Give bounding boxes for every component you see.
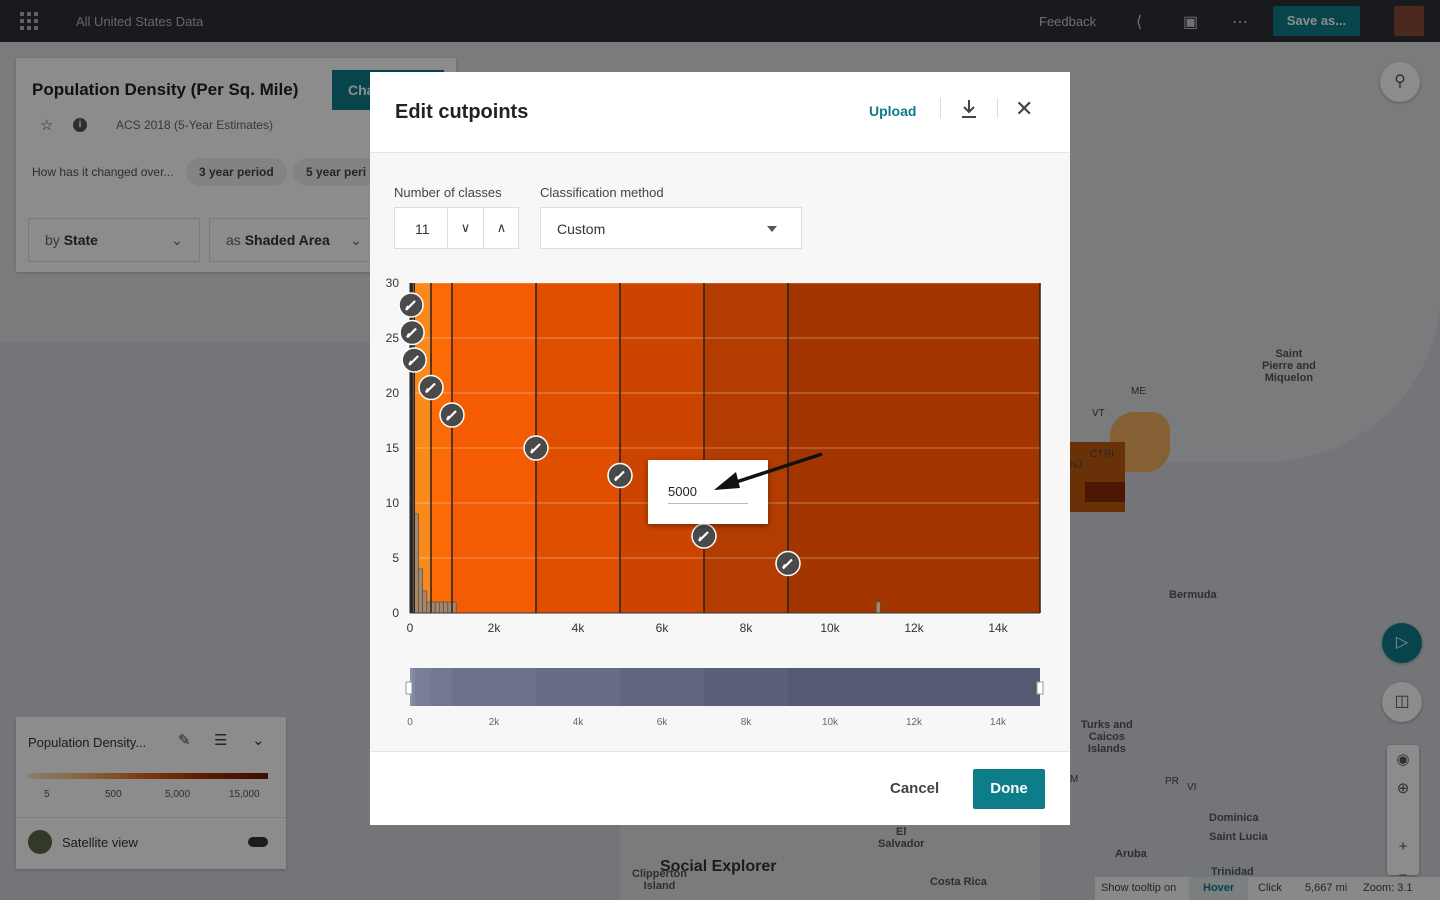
method-label: Classification method (540, 185, 664, 200)
range-band (788, 668, 1040, 706)
num-classes-label: Number of classes (394, 185, 502, 200)
method-value: Custom (557, 221, 606, 237)
x-tick-label: 6k (656, 621, 670, 635)
done-button[interactable]: Done (973, 769, 1045, 809)
chevron-up-icon[interactable]: ∧ (483, 208, 519, 248)
y-tick-label: 20 (386, 386, 400, 400)
download-icon[interactable] (960, 98, 978, 120)
close-icon[interactable]: ✕ (1015, 96, 1033, 122)
range-tick-label: 0 (407, 717, 413, 728)
num-classes-stepper[interactable]: 11 ∨ ∧ (394, 207, 519, 249)
y-tick-label: 25 (386, 331, 400, 345)
upload-button[interactable]: Upload (869, 103, 916, 119)
histogram-bar (418, 568, 424, 614)
y-tick-label: 5 (392, 551, 399, 565)
x-tick-label: 12k (904, 621, 924, 635)
y-tick-label: 30 (386, 276, 400, 290)
x-tick-label: 4k (572, 621, 586, 635)
x-tick-label: 2k (488, 621, 502, 635)
modal-footer (370, 751, 1070, 825)
y-tick-label: 15 (386, 441, 400, 455)
x-tick-label: 14k (988, 621, 1008, 635)
range-handle-right (1036, 681, 1044, 695)
range-tick-label: 6k (657, 717, 669, 728)
x-tick-label: 0 (407, 621, 414, 635)
y-tick-label: 0 (392, 606, 399, 620)
range-band (431, 668, 452, 706)
histogram-bar (422, 590, 428, 614)
annotation-arrow (714, 452, 823, 490)
header-divider (940, 98, 941, 118)
histogram-bar (439, 601, 445, 614)
header-divider (997, 98, 998, 118)
histogram-bar (434, 601, 440, 614)
modal-title: Edit cutpoints (395, 101, 529, 123)
range-tick-label: 12k (906, 717, 923, 728)
classification-method-select[interactable]: Custom (540, 207, 802, 249)
num-classes-value[interactable]: 11 (415, 221, 430, 237)
range-tick-label: 2k (489, 717, 501, 728)
range-handle-left (405, 681, 413, 695)
range-band (620, 668, 704, 706)
range-band (414, 668, 431, 706)
histogram-bar (875, 601, 881, 614)
range-tick-label: 8k (741, 717, 753, 728)
modal-header: Edit cutpoints Upload ✕ (370, 72, 1070, 153)
range-band (704, 668, 788, 706)
y-tick-label: 10 (386, 496, 400, 510)
histogram-bar (443, 601, 449, 614)
range-tick-label: 10k (822, 717, 839, 728)
cancel-button[interactable]: Cancel (890, 780, 939, 797)
caret-down-icon (767, 226, 777, 232)
chevron-down-icon[interactable]: ∨ (447, 208, 483, 248)
range-tick-label: 4k (573, 717, 585, 728)
x-tick-label: 10k (820, 621, 840, 635)
range-tick-label: 14k (990, 717, 1007, 728)
range-band (536, 668, 620, 706)
edit-cutpoints-modal: Edit cutpoints Upload ✕ Number of classe… (370, 72, 1070, 825)
range-band (452, 668, 536, 706)
x-tick-label: 8k (740, 621, 754, 635)
